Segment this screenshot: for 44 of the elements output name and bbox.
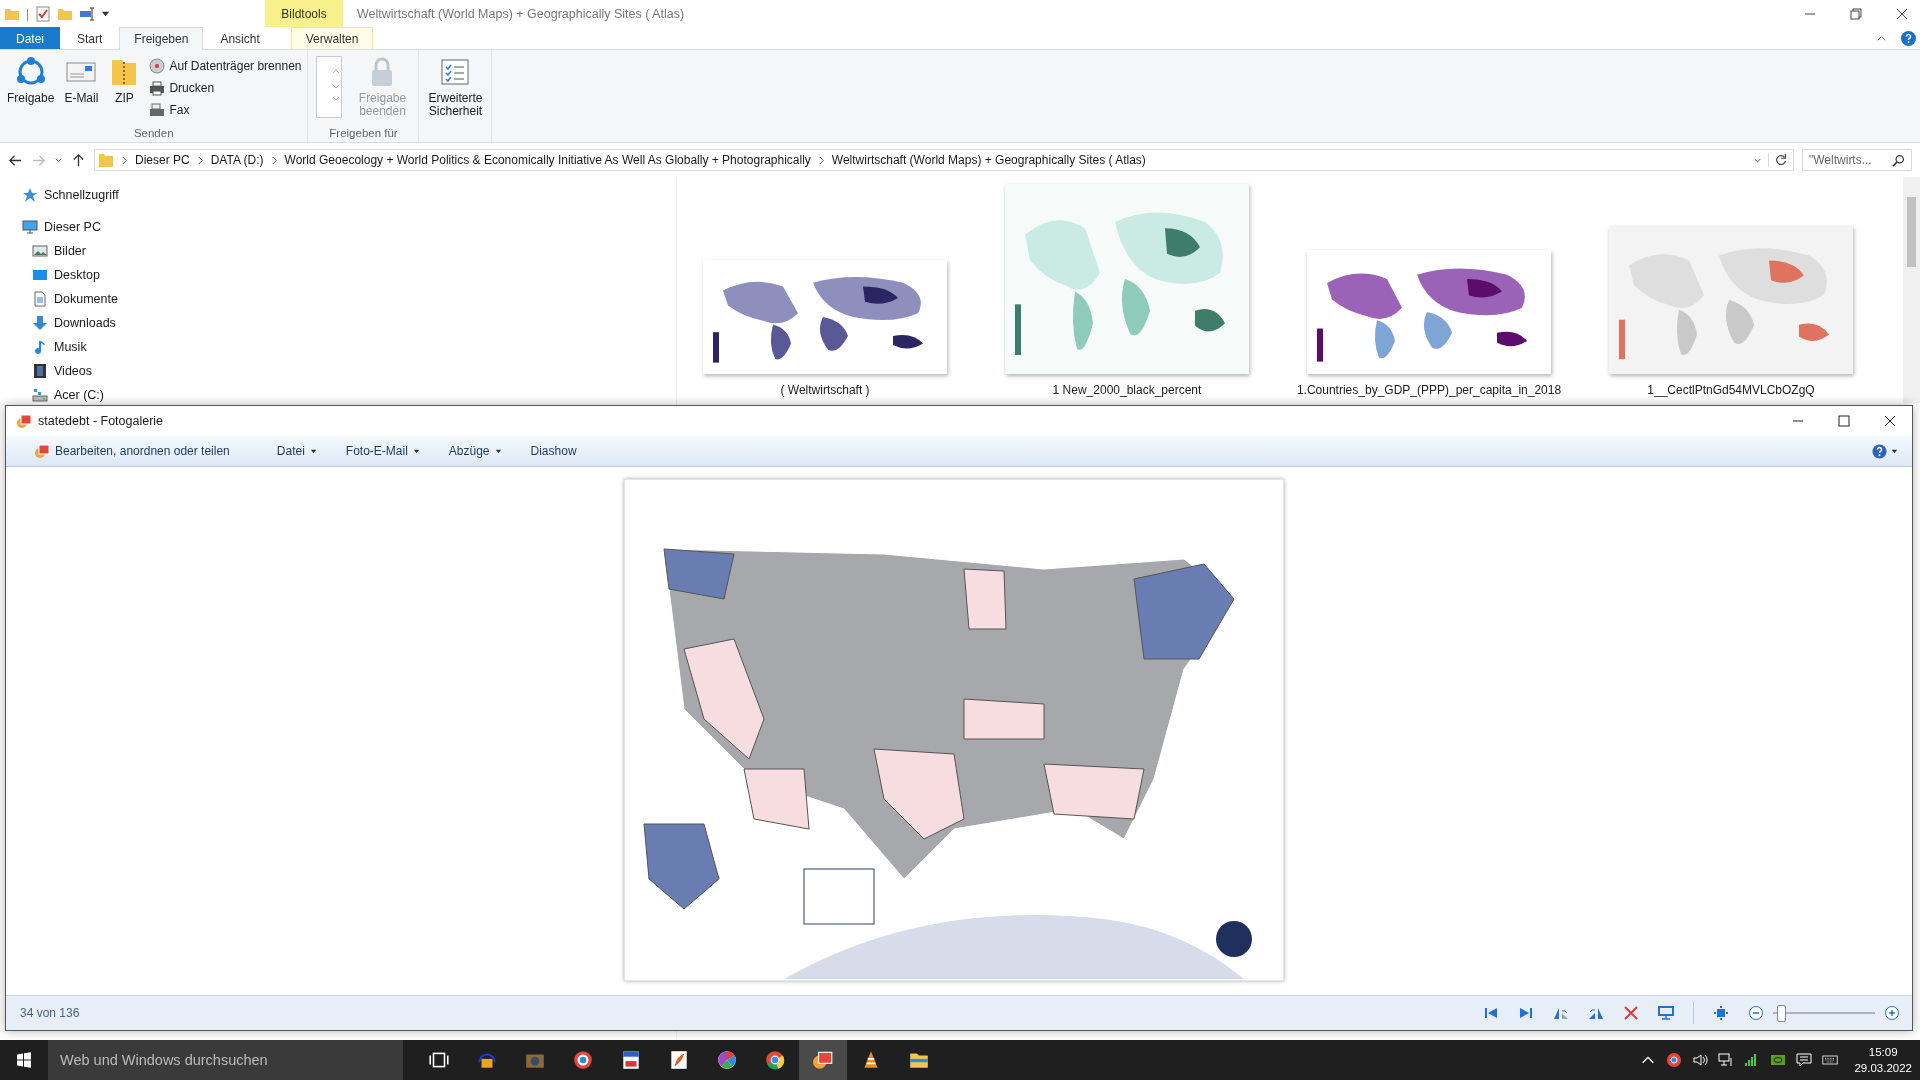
nav-item[interactable]: Schnellzugriff	[22, 185, 119, 205]
menu-button[interactable]: Datei	[262, 444, 332, 458]
ribbon-button[interactable]: Erweiterte Sicherheit	[423, 54, 488, 139]
breadcrumb-item[interactable]: World Geoecology + World Politics & Economically Initiative As Well As Globally + Photographically	[284, 153, 811, 167]
ribbon-button[interactable]: Auf Datenträger brennen	[147, 56, 304, 75]
image-position: 34 von 136	[20, 1006, 80, 1020]
toolbar-separator: |	[26, 6, 30, 21]
context-tab-header: Bildtools	[265, 0, 343, 27]
ribbon-button[interactable]: Drucken	[147, 78, 304, 97]
ribbon-button[interactable]: E-Mail	[61, 54, 102, 127]
nav-item[interactable]: Musik	[22, 337, 87, 357]
breadcrumb-item[interactable]: Weltwirtschaft (World Maps) + Geographically Sites ( Atlas)	[831, 153, 1146, 167]
nav-item[interactable]: Acer (C:)	[22, 385, 104, 405]
nav-item[interactable]: Desktop	[22, 265, 100, 285]
clock-date[interactable]: 29.03.2022	[1854, 1060, 1912, 1076]
nav-item[interactable]: Dokumente	[22, 289, 118, 309]
window-title: statedebt - Fotogalerie	[38, 414, 164, 428]
ribbon-button[interactable]: Freigabe	[4, 54, 58, 127]
thumbnail-caption[interactable]: 1 New_2000_black_percent	[1052, 383, 1202, 399]
window-title: Weltwirtschaft (World Maps) + Geographically Sites ( Atlas)	[357, 6, 685, 21]
taskbar-search-field[interactable]: Web und Windows durchsuchen	[48, 1040, 403, 1080]
ribbon-tab[interactable]: Freigeben	[119, 27, 204, 50]
ribbon-button[interactable]: ZIP	[105, 54, 144, 127]
thumbnail-caption[interactable]: ( Weltwirtschaft )	[780, 383, 870, 399]
menu-button[interactable]: Bearbeiten, anordnen oder teilen	[20, 443, 245, 459]
ribbon-tab[interactable]: Datei	[0, 27, 60, 49]
nav-item[interactable]: Bilder	[22, 241, 86, 261]
search-field[interactable]: "Weltwirts...	[1802, 149, 1912, 171]
menu-button[interactable]: Foto-E-Mail	[331, 444, 435, 458]
thumbnail-caption[interactable]: 1__CectlPtnGd54MVLCbOZgQ	[1647, 383, 1815, 399]
address-bar[interactable]: Dieser PC DATA (D:) World Geoecology + World Politics & Economically Initiative As Well As Globally + Photographically Weltwirtschaft (World Maps) + Geographically Sites ( Atlas)	[94, 149, 1794, 171]
breadcrumb-item[interactable]: Dieser PC	[135, 153, 190, 167]
clock-time[interactable]: 15:09	[1868, 1044, 1898, 1060]
menu-button[interactable]: Diashow	[516, 444, 592, 458]
menu-button[interactable]: Abzüge	[434, 444, 517, 458]
ribbon-tab[interactable]: Verwalten	[290, 27, 374, 49]
ribbon-group-label: Freigeben für	[328, 127, 399, 139]
nav-item[interactable]: Downloads	[22, 313, 116, 333]
thumbnail-caption[interactable]: 1.Countries_by_GDP_(PPP)_per_capita_in_2018	[1296, 383, 1562, 399]
nav-item[interactable]: Dieser PC	[22, 217, 101, 237]
nav-item[interactable]: Videos	[22, 361, 92, 381]
ribbon-group-label: Senden	[132, 127, 175, 139]
breadcrumb-item[interactable]: DATA (D:)	[210, 153, 264, 167]
ribbon-button[interactable]: Fax	[147, 100, 304, 119]
